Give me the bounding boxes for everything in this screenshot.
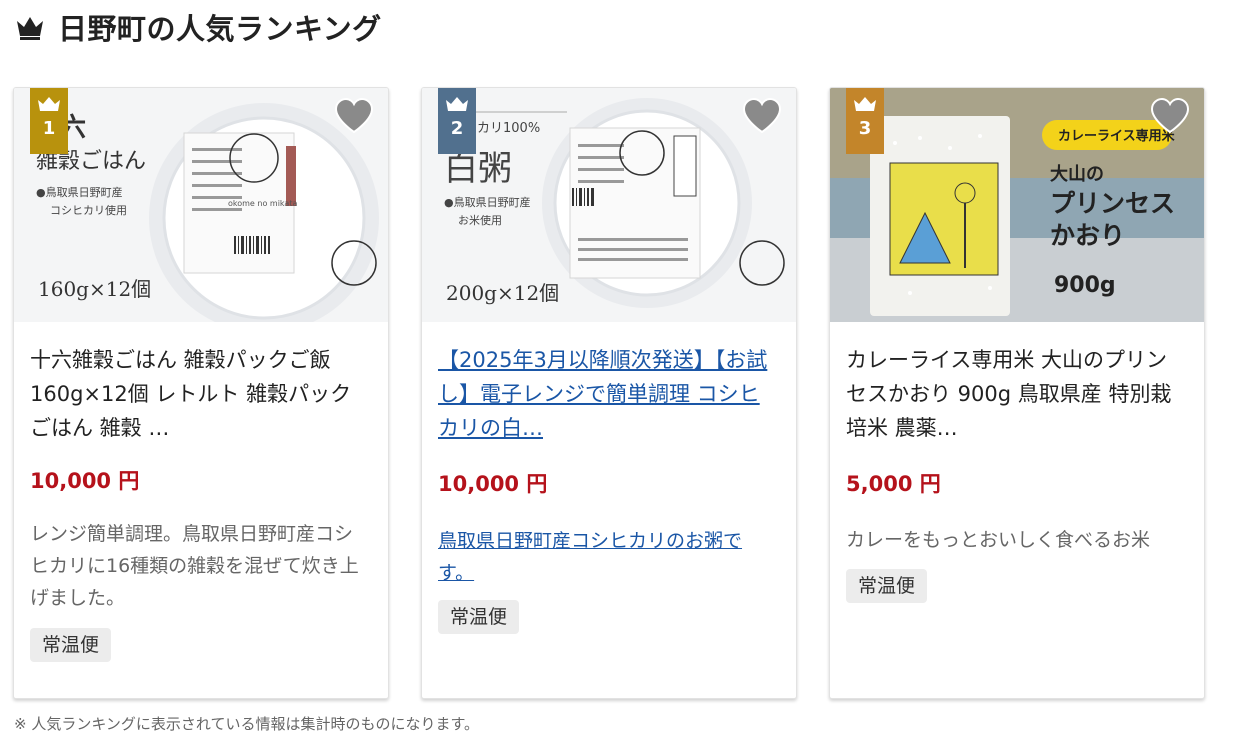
- product-price: 5,000 円: [846, 472, 941, 496]
- product-price: 10,000 円: [438, 472, 548, 496]
- rank-number: 1: [42, 118, 56, 139]
- image-text: 200g×12個: [446, 281, 559, 305]
- shipping-tag: 常温便: [30, 628, 112, 662]
- product-description-link[interactable]: 鳥取県日野町産コシヒカリのお粥です。: [438, 525, 778, 589]
- page-title: 日野町の人気ランキング: [58, 12, 382, 46]
- product-image-3[interactable]: カレーライス専用米 大山の プリンセス かおり 900g: [830, 88, 1204, 322]
- product-card-2[interactable]: ヒカリ100% 白粥 ●鳥取県日野町産 お米使用 200g×12個 2 【202…: [421, 87, 797, 699]
- rank-number: 2: [450, 118, 464, 139]
- product-title-link[interactable]: 【2025年3月以降順次発送】【お試し】電子レンジで簡単調理 コシヒカリの白…: [438, 343, 778, 445]
- product-description: レンジ簡単調理。鳥取県日野町産コシヒカリに16種類の雑穀を混ぜて炊き上げました。: [30, 523, 359, 609]
- image-text: ●鳥取県日野町産: [444, 195, 531, 209]
- image-text: 160g×12個: [38, 277, 151, 301]
- product-image-1[interactable]: okome no mikata 六 雑穀ごはん ●鳥取県日野町産 コシヒカリ使用…: [14, 88, 388, 322]
- product-title[interactable]: 十六雑穀ごはん 雑穀パックご飯 160g×12個 レトルト 雑穀パック ごはん …: [30, 343, 370, 445]
- image-text: お米使用: [458, 214, 502, 227]
- crown-icon: [854, 97, 876, 111]
- crown-icon: [17, 17, 43, 40]
- shipping-tag: 常温便: [438, 600, 520, 634]
- crown-icon: [38, 97, 60, 111]
- image-text: コシヒカリ使用: [50, 204, 127, 217]
- product-title[interactable]: カレーライス専用米 大山のプリンセスかおり 900g 鳥取県産 特別栽培米 農薬…: [846, 343, 1186, 445]
- crown-icon: [446, 97, 468, 111]
- product-card-1[interactable]: okome no mikata 六 雑穀ごはん ●鳥取県日野町産 コシヒカリ使用…: [13, 87, 389, 699]
- shipping-tag: 常温便: [846, 569, 928, 603]
- image-text: 白粥: [444, 149, 512, 189]
- heart-icon[interactable]: [1150, 98, 1190, 134]
- rank-badge: 3: [846, 88, 884, 154]
- product-price: 10,000 円: [30, 469, 140, 493]
- product-image-2[interactable]: ヒカリ100% 白粥 ●鳥取県日野町産 お米使用 200g×12個: [422, 88, 796, 322]
- product-description: カレーをもっとおいしく食べるお米: [846, 529, 1151, 551]
- heart-icon[interactable]: [334, 98, 374, 134]
- image-text: ●鳥取県日野町産: [36, 185, 123, 199]
- image-text: 900g: [1054, 273, 1116, 298]
- rank-badge: 1: [30, 88, 68, 154]
- product-card-3[interactable]: カレーライス専用米 大山の プリンセス かおり 900g 3 カレーライス専用米…: [829, 87, 1205, 699]
- rank-number: 3: [858, 118, 872, 139]
- ranking-header: 日野町の人気ランキング: [14, 6, 382, 48]
- footnote: ※ 人気ランキングに表示されている情報は集計時のものになります。: [14, 715, 479, 733]
- heart-icon[interactable]: [742, 98, 782, 134]
- image-text: プリンセス: [1050, 189, 1175, 218]
- rank-badge: 2: [438, 88, 476, 154]
- image-text: okome no mikata: [228, 199, 297, 208]
- image-text: かおり: [1050, 221, 1125, 250]
- image-text: 大山の: [1050, 163, 1104, 185]
